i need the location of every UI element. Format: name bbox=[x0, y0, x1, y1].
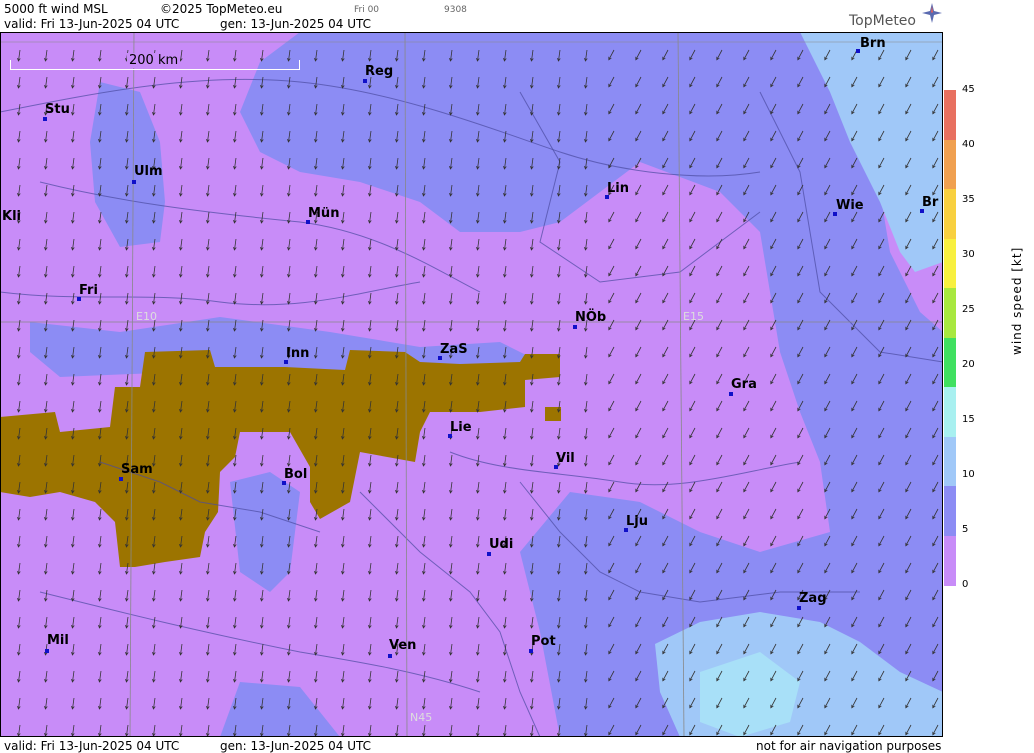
copyright: ©2025 TopMeteo.eu bbox=[160, 2, 283, 16]
legend-tick-label: 0 bbox=[962, 579, 969, 590]
legend-swatch bbox=[944, 238, 956, 289]
footer-valid-time: valid: Fri 13-Jun-2025 04 UTC bbox=[4, 739, 180, 753]
wind-field-svg bbox=[0, 32, 943, 737]
city-label-17: Bol bbox=[284, 467, 308, 482]
legend-tick-label: 40 bbox=[962, 139, 975, 150]
legend-tick-label: 35 bbox=[962, 194, 975, 205]
wind-field-map[interactable] bbox=[0, 32, 943, 737]
legend-swatch bbox=[944, 337, 956, 388]
legend-swatch bbox=[944, 436, 956, 487]
code-label: 9308 bbox=[444, 5, 467, 15]
grid-label-e15: E15 bbox=[683, 310, 704, 323]
city-label-22: Ven bbox=[389, 638, 417, 653]
topmeteo-logo: TopMeteo bbox=[849, 13, 916, 29]
run-label: Fri 00 bbox=[354, 5, 380, 15]
city-marker-10 bbox=[573, 325, 577, 329]
grid-label-n45: N45 bbox=[410, 711, 433, 724]
legend-tick-label: 30 bbox=[962, 249, 975, 260]
footer-gen-time: gen: 13-Jun-2025 04 UTC bbox=[220, 739, 372, 753]
city-label-2: Brn bbox=[860, 36, 886, 51]
city-marker-21 bbox=[45, 649, 49, 653]
city-label-0: Stu bbox=[45, 102, 70, 117]
legend-swatch bbox=[944, 90, 956, 140]
city-label-9: Fri bbox=[79, 283, 98, 298]
city-label-8: Br bbox=[922, 195, 939, 210]
gen-time: gen: 13-Jun-2025 04 UTC bbox=[220, 17, 372, 31]
city-marker-19 bbox=[487, 552, 491, 556]
city-label-5: Mün bbox=[308, 206, 340, 221]
legend-swatch bbox=[944, 288, 956, 338]
city-label-1: Reg bbox=[365, 64, 394, 79]
city-label-14: Lie bbox=[450, 420, 472, 435]
legend-swatch bbox=[944, 486, 956, 536]
city-label-12: ZaS bbox=[440, 342, 468, 357]
city-label-7: Wie bbox=[836, 198, 864, 213]
city-marker-20 bbox=[797, 606, 801, 610]
legend-tick-label: 5 bbox=[962, 524, 969, 535]
map-title: 5000 ft wind MSL bbox=[4, 2, 108, 16]
grid-label-e10: E10 bbox=[136, 310, 157, 323]
legend-tick-label: 25 bbox=[962, 304, 975, 315]
legend-tick-label: 20 bbox=[962, 359, 975, 370]
legend-swatch bbox=[944, 139, 956, 190]
city-label-6: Lin bbox=[607, 181, 629, 196]
legend-title: wind speed [kt] bbox=[1010, 246, 1024, 355]
city-marker-22 bbox=[388, 654, 392, 658]
city-label-19: Udi bbox=[489, 537, 514, 552]
city-marker-16 bbox=[119, 477, 123, 481]
city-label-4: Kli bbox=[2, 209, 21, 224]
legend-tick-label: 10 bbox=[962, 469, 975, 480]
wind-speed-legend bbox=[944, 90, 956, 586]
city-marker-23 bbox=[529, 649, 533, 653]
city-label-21: Mil bbox=[47, 633, 69, 648]
compass-star-icon bbox=[922, 3, 942, 23]
legend-tick-label: 45 bbox=[962, 84, 975, 95]
city-label-23: Pot bbox=[531, 634, 556, 649]
valid-time: valid: Fri 13-Jun-2025 04 UTC bbox=[4, 17, 180, 31]
city-marker-13 bbox=[729, 392, 733, 396]
city-marker-0 bbox=[43, 117, 47, 121]
legend-swatch bbox=[944, 535, 956, 586]
legend-swatch bbox=[944, 387, 956, 437]
scale-label: 200 km bbox=[127, 53, 181, 68]
legend-tick-label: 15 bbox=[962, 414, 975, 425]
city-label-10: NÖb bbox=[575, 310, 607, 325]
city-label-15: Vil bbox=[556, 451, 575, 466]
city-marker-3 bbox=[132, 180, 136, 184]
city-label-13: Gra bbox=[731, 377, 757, 392]
city-label-16: Sam bbox=[121, 462, 153, 477]
city-label-3: Ulm bbox=[134, 164, 163, 179]
city-label-11: Inn bbox=[286, 346, 310, 361]
city-label-20: Zag bbox=[799, 591, 827, 606]
legend-swatch bbox=[944, 189, 956, 239]
city-marker-1 bbox=[363, 79, 367, 83]
wind-map-page: 5000 ft wind MSL ©2025 TopMeteo.eu Fri 0… bbox=[0, 0, 1034, 753]
city-label-18: Lju bbox=[626, 514, 648, 529]
disclaimer: not for air navigation purposes bbox=[756, 739, 942, 753]
